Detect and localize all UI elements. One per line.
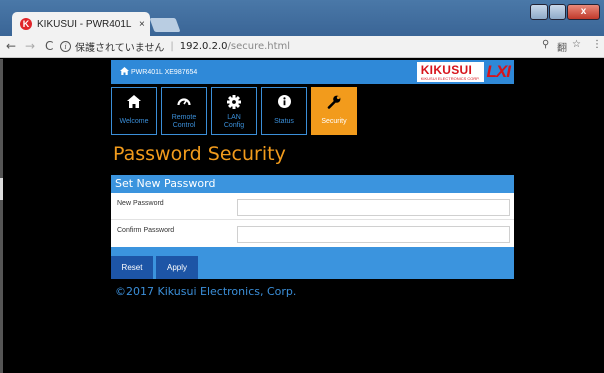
confirm-password-input[interactable] [237,226,510,243]
nav-label: Remote Control [171,114,197,129]
browser-tab[interactable]: K KIKUSUI - PWR401L × [12,12,150,36]
kikusui-favicon-icon: K [20,18,32,30]
gauge-icon [162,95,206,109]
nav-security[interactable]: Security [311,87,357,135]
tab-title: KIKUSUI - PWR401L [37,18,132,30]
nav-label: Status [274,118,294,125]
kikusui-logo-text: KIKUSUI [420,62,473,77]
page-content: PWR401L XE987654 KIKUSUI KIKUSUI ELECTRO… [3,59,604,373]
wrench-icon [312,95,356,109]
nav-label: Welcome [119,118,149,125]
nav-remote-control[interactable]: Remote Control [161,87,207,135]
kikusui-lxi-logo: KIKUSUI KIKUSUI ELECTRONICS CORP. LXI [416,62,511,82]
home-icon [112,95,156,109]
page-title: Password Security [113,143,286,165]
reset-button[interactable]: Reset [111,256,153,279]
new-password-row: New Password [111,193,514,220]
form-footer: Reset Apply [111,247,514,279]
nav-welcome[interactable]: Welcome [111,87,157,135]
nav-label: LAN Config [223,114,245,129]
close-icon: x [580,6,587,17]
form-heading: Set New Password [111,175,514,193]
url-path: /secure.html [227,41,291,52]
new-password-label: New Password [117,200,164,207]
tab-close-icon[interactable]: × [139,19,145,30]
confirm-password-row: Confirm Password [111,220,514,247]
back-arrow-icon[interactable]: ← [6,39,16,53]
nav-status[interactable]: Status [261,87,307,135]
device-name: PWR401L XE987654 [131,68,198,76]
reload-icon[interactable]: C [45,39,53,53]
url-host: 192.0.2.0 [179,41,228,52]
gear-icon [212,95,256,109]
nav-lan-config[interactable]: LAN Config [211,87,257,135]
omnibox-divider: | [170,41,174,52]
copyright-text: ©2017 Kikusui Electronics, Corp. [115,285,297,298]
set-password-form: Set New Password New Password Confirm Pa… [111,175,514,279]
kikusui-logo: KIKUSUI KIKUSUI ELECTRONICS CORP. [416,62,484,82]
info-circle-icon [262,95,306,109]
address-bar[interactable]: i 保護されていません | 192.0.2.0 /secure.html [60,38,546,55]
form-body: New Password Confirm Password [111,193,514,247]
forward-arrow-icon[interactable]: → [25,39,35,53]
browser-toolbar: ← → C i 保護されていません | 192.0.2.0 /secure.ht… [0,36,604,58]
browser-menu-icon[interactable]: ⋮ [592,39,602,50]
window-close-button[interactable]: x [567,4,600,20]
home-icon [120,67,129,77]
new-tab-button[interactable] [149,18,181,32]
security-status[interactable]: 保護されていません [75,39,164,54]
nav-label: Security [321,118,347,125]
new-password-input[interactable] [237,199,510,216]
browser-titlebar: K KIKUSUI - PWR401L × x [0,0,604,36]
device-header: PWR401L XE987654 KIKUSUI KIKUSUI ELECTRO… [111,60,514,84]
window-minimize-button[interactable] [530,4,548,20]
confirm-password-label: Confirm Password [117,227,175,234]
kikusui-logo-subtext: KIKUSUI ELECTRONICS CORP. [420,75,480,81]
translate-icon[interactable]: 翻 [557,39,567,54]
window-maximize-button[interactable] [549,4,566,20]
bookmark-star-icon[interactable]: ☆ [572,39,581,50]
apply-button[interactable]: Apply [156,256,198,279]
lxi-logo: LXI [486,62,511,81]
zoom-icon[interactable]: ⚲ [542,39,549,50]
info-icon[interactable]: i [60,41,71,52]
